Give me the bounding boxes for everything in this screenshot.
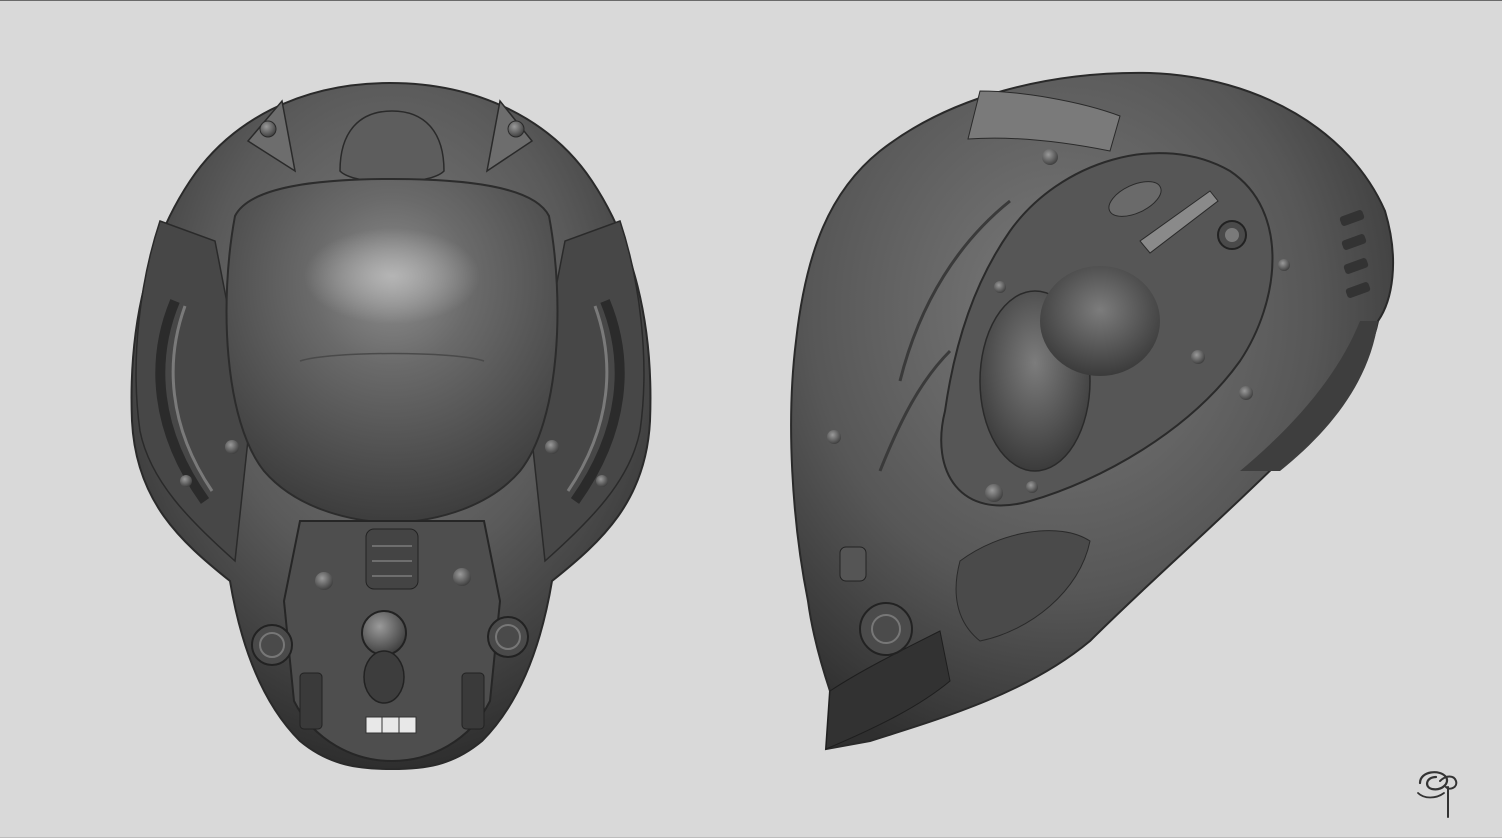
helmet-front-view [130,81,652,771]
artist-signature-icon [1417,771,1458,818]
helmet-side-view [790,71,1395,751]
sculpt-render-canvas [0,0,1502,838]
helmet-renders [130,71,1395,771]
